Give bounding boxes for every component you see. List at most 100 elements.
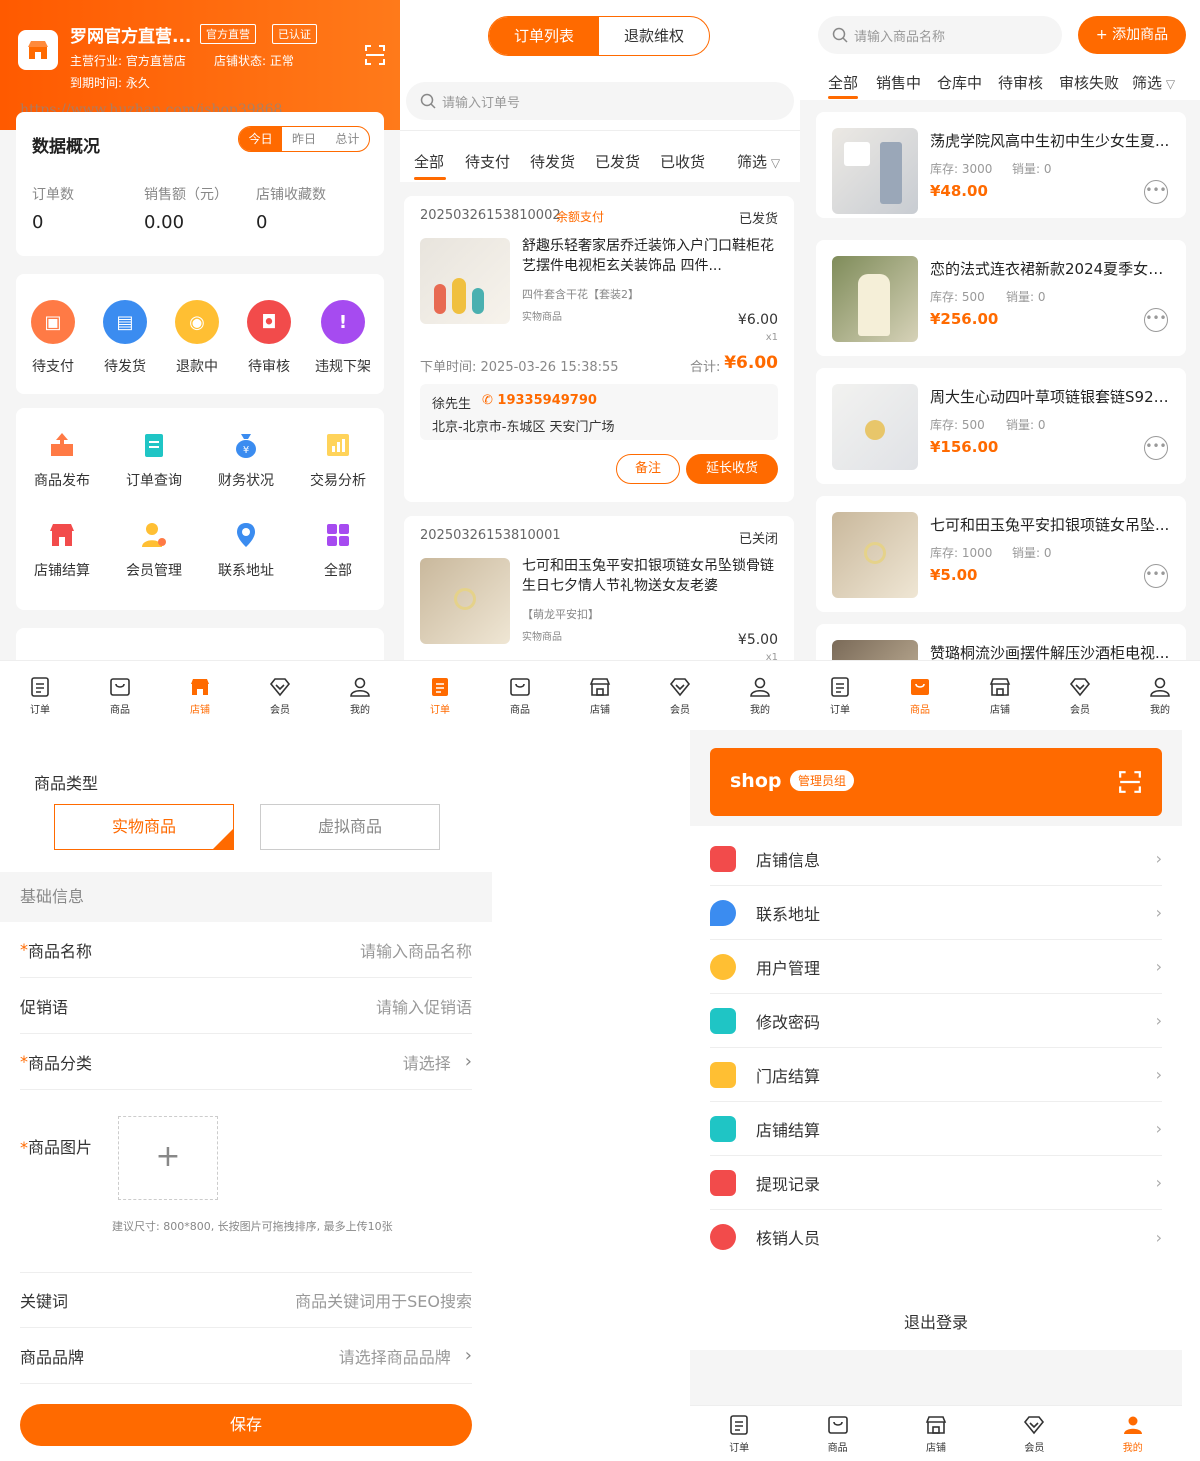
- tool-publish[interactable]: 商品发布: [16, 430, 108, 490]
- tab-shipped[interactable]: 已发货: [595, 151, 640, 172]
- nav-products[interactable]: 商品: [490, 675, 550, 716]
- scan-icon[interactable]: [1118, 770, 1142, 794]
- menu-users[interactable]: 用户管理 ›: [710, 940, 1162, 994]
- nav-shop[interactable]: 店铺: [906, 1413, 966, 1454]
- nav-orders[interactable]: 订单: [709, 1413, 769, 1454]
- tab-pending-pay[interactable]: 待支付: [465, 151, 510, 172]
- nav-orders[interactable]: 订单: [410, 675, 470, 716]
- status-pending-review[interactable]: ◘ 待审核: [234, 300, 304, 376]
- range-tab-today[interactable]: 今日: [239, 127, 283, 151]
- product-card[interactable]: 恋的法式连衣裙新款2024夏季女生... 库存: 500 销量: 0 ¥256.…: [816, 240, 1186, 356]
- tool-shop-settle[interactable]: 店铺结算: [16, 520, 108, 580]
- tool-order-query[interactable]: 订单查询: [108, 430, 200, 490]
- nav-shop[interactable]: 店铺: [170, 675, 230, 716]
- order-card-2[interactable]: 20250326153810001 已关闭 七可和田玉兔平安扣银项链女吊坠锁骨链…: [404, 516, 794, 660]
- tab-all[interactable]: 全部: [414, 151, 444, 172]
- menu-store-settle[interactable]: 门店结算 ›: [710, 1048, 1162, 1102]
- nav-shop-label: 店铺: [590, 705, 610, 716]
- status-violation[interactable]: ! 违规下架: [306, 300, 380, 376]
- product-card[interactable]: 荡虎学院风高中生初中生少女生夏... 库存: 3000 销量: 0 ¥48.00…: [816, 112, 1186, 218]
- nav-products[interactable]: 商品: [90, 675, 150, 716]
- menu-withdraw[interactable]: 提现记录 ›: [710, 1156, 1162, 1210]
- logout-button[interactable]: 退出登录: [690, 1296, 1182, 1350]
- nav-orders[interactable]: 订单: [810, 675, 870, 716]
- tool-all[interactable]: 全部: [292, 520, 384, 580]
- product-stock: 库存: 3000: [930, 162, 993, 176]
- menu-password[interactable]: 修改密码 ›: [710, 994, 1162, 1048]
- seg-refund[interactable]: 退款维权: [599, 17, 709, 55]
- stat-favs-value: 0: [256, 212, 268, 233]
- tab-on-sale[interactable]: 销售中: [876, 72, 921, 93]
- add-product-button[interactable]: + 添加商品: [1078, 16, 1186, 54]
- more-icon[interactable]: •••: [1144, 436, 1168, 460]
- nav-mine[interactable]: 我的: [330, 675, 390, 716]
- save-button[interactable]: 保存: [20, 1404, 472, 1446]
- field-category[interactable]: * 商品分类 请选择 ›: [20, 1034, 472, 1090]
- seg-order-list[interactable]: 订单列表: [489, 17, 599, 55]
- nav-members[interactable]: 会员: [250, 675, 310, 716]
- tool-finance[interactable]: ¥ 财务状况: [200, 430, 292, 490]
- vase-shape-2: [452, 278, 466, 314]
- product-search-placeholder: 请输入商品名称: [854, 29, 946, 45]
- range-tab-yesterday[interactable]: 昨日: [282, 127, 325, 151]
- menu-address[interactable]: 联系地址 ›: [710, 886, 1162, 940]
- field-product-name[interactable]: * 商品名称 请输入商品名称: [20, 922, 472, 978]
- more-icon[interactable]: •••: [1144, 564, 1168, 588]
- note-button[interactable]: 备注: [616, 454, 680, 484]
- field-keywords[interactable]: 关键词 商品关键词用于SEO搜索: [20, 1272, 472, 1328]
- field-image-label: *商品图片: [20, 1138, 93, 1157]
- status-pending-pay[interactable]: ▣ 待支付: [18, 300, 88, 376]
- product-title: 七可和田玉兔平安扣银项链女吊坠...: [930, 516, 1170, 534]
- menu-verifiers[interactable]: 核销人员 ›: [710, 1210, 1162, 1264]
- type-virtual-option[interactable]: 虚拟商品: [260, 804, 440, 850]
- image-upload-box[interactable]: +: [118, 1116, 218, 1200]
- nav-mine[interactable]: 我的: [1130, 675, 1190, 716]
- scan-icon[interactable]: [364, 44, 386, 66]
- nav-shop[interactable]: 店铺: [570, 675, 630, 716]
- field-placeholder: 请选择商品品牌: [338, 1347, 451, 1367]
- tab-all[interactable]: 全部: [828, 72, 858, 93]
- product-stock: 库存: 1000: [930, 546, 993, 560]
- product-card[interactable]: 赞璐桐流沙画摆件解压沙酒柜电视...: [816, 624, 1186, 660]
- product-card[interactable]: 七可和田玉兔平安扣银项链女吊坠... 库存: 1000 销量: 0 ¥5.00 …: [816, 496, 1186, 612]
- nav-products[interactable]: 商品: [808, 1413, 868, 1454]
- tab-received[interactable]: 已收货: [660, 151, 705, 172]
- nav-members[interactable]: 会员: [1004, 1413, 1064, 1454]
- range-tab-total[interactable]: 总计: [326, 127, 369, 151]
- tab-review-failed[interactable]: 审核失败: [1059, 72, 1119, 93]
- nav-mine[interactable]: 我的: [1103, 1413, 1163, 1454]
- nav-members[interactable]: 会员: [1050, 675, 1110, 716]
- product-card[interactable]: 周大生心动四叶草项链银套链S925... 库存: 500 销量: 0 ¥156.…: [816, 368, 1186, 484]
- nav-orders[interactable]: 订单: [10, 675, 70, 716]
- status-pending-ship[interactable]: ▤ 待发货: [90, 300, 160, 376]
- nav-mine[interactable]: 我的: [730, 675, 790, 716]
- tab-filter[interactable]: 筛选 ▽: [1132, 72, 1175, 93]
- product-search-bar[interactable]: 请输入商品名称: [818, 16, 1062, 54]
- settings-panel: shop 管理员组 店铺信息 › 联系地址 › 用户管理 › 修改密码 › 门店结算 › …: [690, 730, 1182, 1461]
- nav-shop[interactable]: 店铺: [970, 675, 1030, 716]
- tab-filter[interactable]: 筛选 ▽: [737, 151, 780, 172]
- tool-members[interactable]: 会员管理: [108, 520, 200, 580]
- tab-pending-ship[interactable]: 待发货: [530, 151, 575, 172]
- more-icon[interactable]: •••: [1144, 180, 1168, 204]
- vase-shape-3: [472, 288, 484, 314]
- tool-analysis[interactable]: 交易分析: [292, 430, 384, 490]
- menu-shop-settle[interactable]: 店铺结算 ›: [710, 1102, 1162, 1156]
- field-promo[interactable]: 促销语 请输入促销语: [20, 978, 472, 1034]
- more-icon[interactable]: •••: [1144, 308, 1168, 332]
- status-refunding[interactable]: ◉ 退款中: [162, 300, 232, 376]
- order-card-1[interactable]: 20250326153810002 余额支付 已发货 舒趣乐轻奢家居乔迁装饰入户…: [404, 196, 794, 502]
- extend-receipt-button[interactable]: 延长收货: [686, 454, 778, 484]
- order-search-placeholder: 请输入订单号: [442, 95, 521, 111]
- nav-members[interactable]: 会员: [650, 675, 710, 716]
- type-physical-option[interactable]: 实物商品: [54, 804, 234, 850]
- field-brand[interactable]: 商品品牌 请选择商品品牌 ›: [20, 1328, 472, 1384]
- tab-warehouse[interactable]: 仓库中: [937, 72, 982, 93]
- tool-address[interactable]: 联系地址: [200, 520, 292, 580]
- order-search-bar[interactable]: 请输入订单号: [406, 82, 794, 120]
- tab-pending-review[interactable]: 待审核: [998, 72, 1043, 93]
- receiver-phone[interactable]: ✆ 19335949790: [482, 393, 597, 408]
- product-price: ¥48.00: [930, 182, 988, 200]
- nav-products[interactable]: 商品: [890, 675, 950, 716]
- menu-shop-info[interactable]: 店铺信息 ›: [710, 832, 1162, 886]
